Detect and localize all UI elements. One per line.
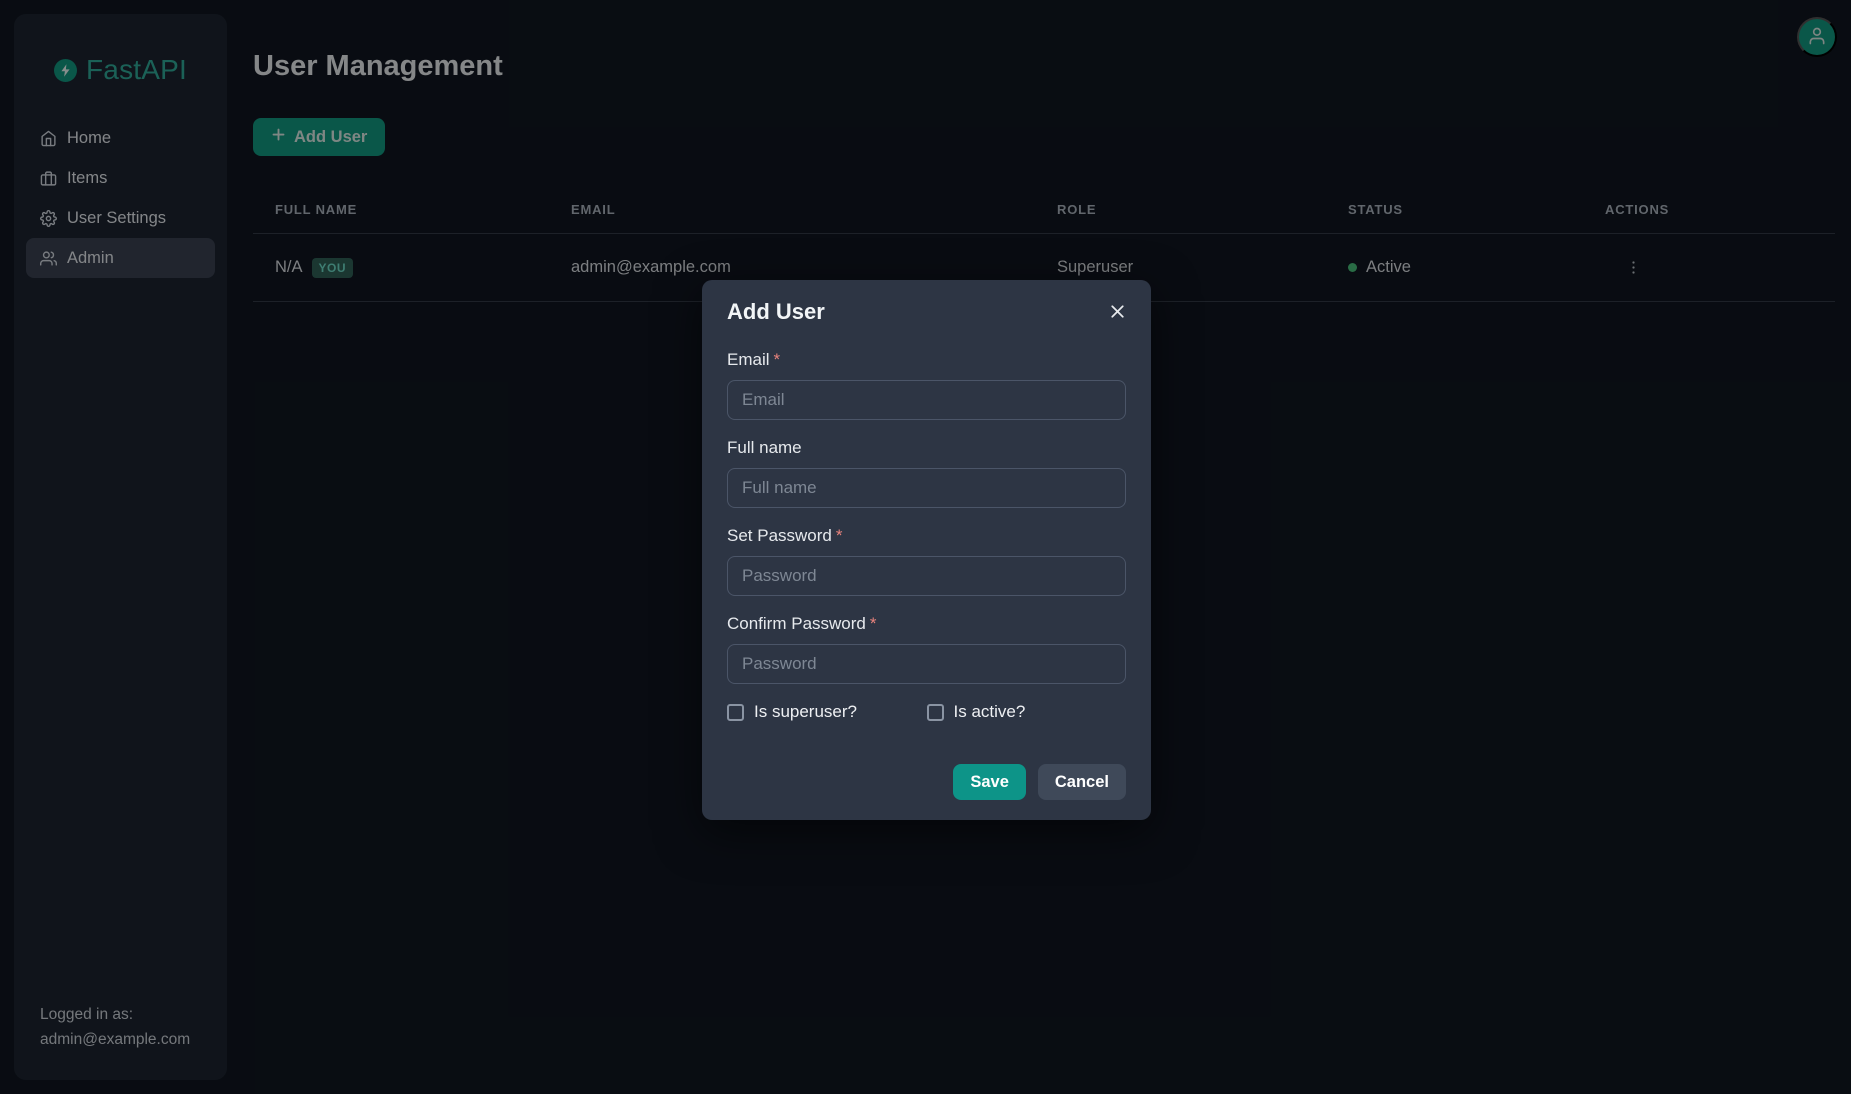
is-active-label: Is active? (954, 702, 1026, 722)
is-active-checkbox-row[interactable]: Is active? (927, 702, 1127, 722)
save-button[interactable]: Save (953, 764, 1026, 800)
modal-checkboxes: Is superuser? Is active? (727, 702, 1126, 722)
full-name-label: Full name (727, 438, 1126, 458)
set-password-field[interactable] (727, 556, 1126, 596)
confirm-password-label: Confirm Password* (727, 614, 1126, 634)
is-superuser-label: Is superuser? (754, 702, 857, 722)
is-active-checkbox[interactable] (927, 704, 944, 721)
close-icon (1107, 301, 1129, 322)
app-root: FastAPI Home Items User Settings (0, 0, 1851, 1094)
required-asterisk: * (836, 526, 843, 545)
add-user-modal: Add User Email* Full name Set Password* … (702, 280, 1151, 820)
email-field-group: Email* (727, 350, 1126, 420)
is-superuser-checkbox-row[interactable]: Is superuser? (727, 702, 927, 722)
confirm-password-field-group: Confirm Password* (727, 614, 1126, 684)
email-field[interactable] (727, 380, 1126, 420)
cancel-button[interactable]: Cancel (1038, 764, 1126, 800)
modal-title: Add User (727, 298, 1126, 326)
is-superuser-checkbox[interactable] (727, 704, 744, 721)
required-asterisk: * (870, 614, 877, 633)
modal-close-button[interactable] (1105, 298, 1131, 324)
full-name-field-group: Full name (727, 438, 1126, 508)
required-asterisk: * (774, 350, 781, 369)
set-password-label: Set Password* (727, 526, 1126, 546)
email-label: Email* (727, 350, 1126, 370)
confirm-password-field[interactable] (727, 644, 1126, 684)
full-name-field[interactable] (727, 468, 1126, 508)
set-password-field-group: Set Password* (727, 526, 1126, 596)
modal-footer: Save Cancel (727, 764, 1126, 800)
